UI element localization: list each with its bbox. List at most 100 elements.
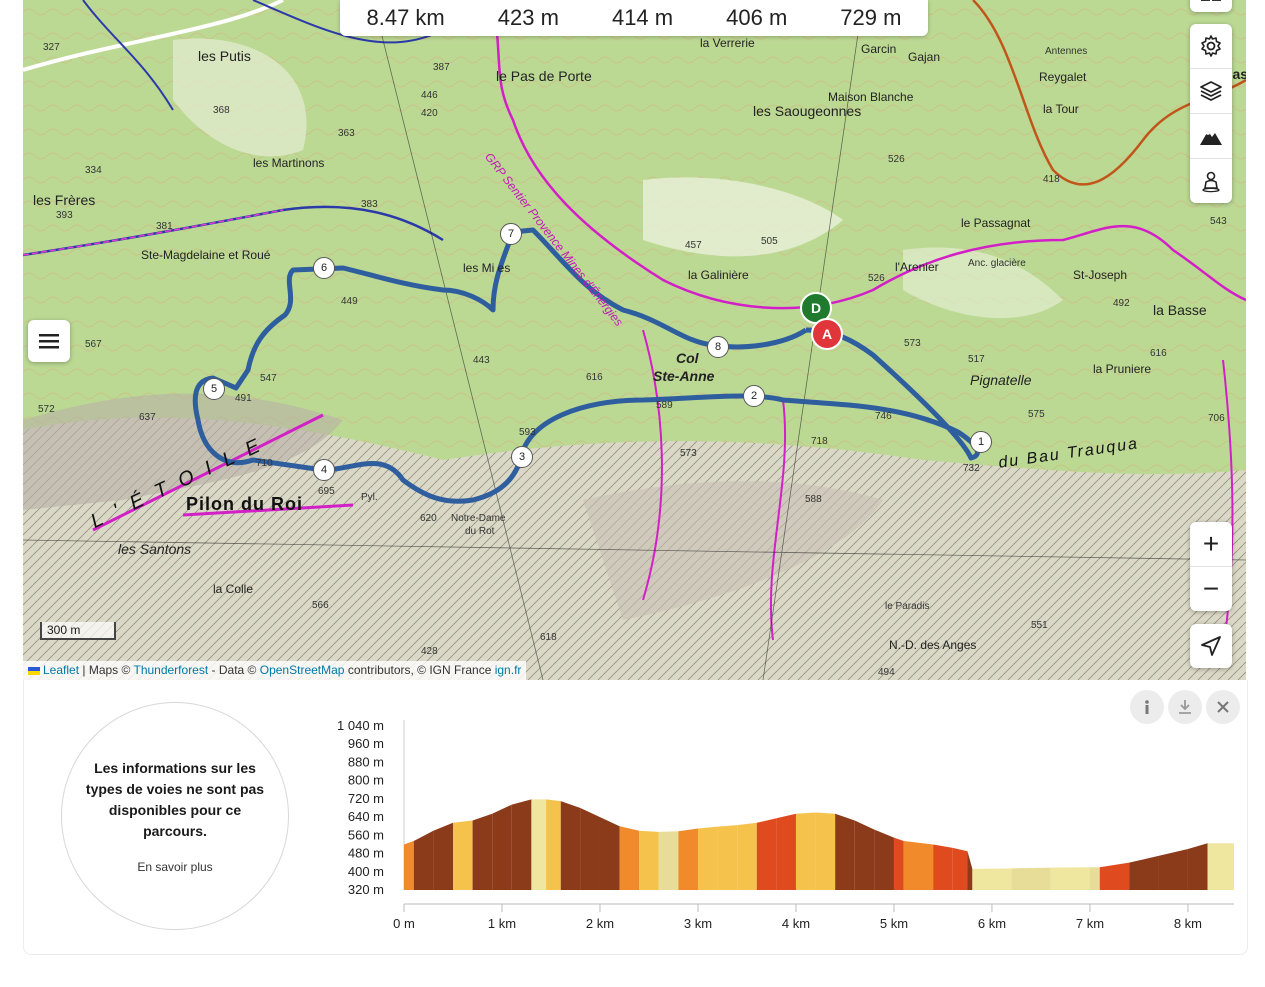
altitude-label: 616 [1150, 348, 1167, 359]
waypoint-marker[interactable]: 8 [707, 336, 729, 358]
elevation-segment [678, 828, 698, 890]
waypoint-marker[interactable]: 2 [743, 385, 765, 407]
waypoint-marker[interactable]: 6 [313, 257, 335, 279]
y-tick-label: 800 m [348, 773, 384, 788]
map-tools [1190, 24, 1232, 203]
end-marker[interactable]: A [811, 318, 843, 350]
y-tick-label: 560 m [348, 827, 384, 842]
locate-button[interactable] [1190, 624, 1232, 668]
openstreetmap-link[interactable]: OpenStreetMap [260, 663, 345, 677]
elevation-segment [531, 799, 547, 890]
altitude-label: 543 [1210, 216, 1227, 227]
waypoint-marker[interactable]: 4 [313, 459, 335, 481]
elevation-segment [756, 818, 777, 890]
altitude-label: 620 [420, 513, 437, 524]
elevation-segment [967, 851, 973, 890]
map-attribution: Leaflet | Maps © Thunderforest - Data © … [23, 661, 527, 680]
elevation-segment [1050, 867, 1090, 890]
stat-elevation-gain: 414 m [611, 5, 674, 30]
elevation-segment [1158, 849, 1188, 890]
place-label: N.-D. des Anges [889, 638, 977, 652]
map-view[interactable]: les Putis les Martinons les Frères Ste-M… [23, 0, 1246, 680]
elevation-segment [433, 822, 453, 890]
leaflet-link[interactable]: Leaflet [43, 663, 79, 677]
menu-button[interactable] [28, 320, 70, 362]
altitude-label: 381 [156, 221, 173, 232]
altitude-label: 695 [318, 486, 335, 497]
locate-control [1190, 624, 1232, 668]
place-label: le Paradis [885, 601, 930, 612]
fullscreen-button[interactable] [1190, 0, 1232, 12]
elevation-segment [599, 817, 620, 890]
altitude-label: 383 [361, 199, 378, 210]
elevation-segment [854, 820, 875, 890]
place-label: Maison Blanche [828, 90, 914, 104]
elevation-segment [492, 804, 512, 890]
place-label: Anc. glacière [968, 258, 1026, 269]
map-scale: 300 m [40, 622, 116, 640]
layers-button[interactable] [1190, 69, 1232, 114]
place-label: la Basse [1153, 302, 1207, 318]
altitude-label: 573 [680, 448, 697, 459]
settings-button[interactable] [1190, 24, 1232, 69]
elevation-segment [472, 813, 493, 890]
stat-elevation-max: 423 m [497, 5, 559, 30]
waypoint-marker[interactable]: 7 [500, 223, 522, 245]
zoom-controls: + − [1190, 522, 1232, 611]
x-tick-label: 3 km [684, 916, 712, 931]
y-tick-label: 480 m [348, 846, 384, 861]
stat-elevation-top: 729 m [840, 5, 902, 30]
elevation-profile-chart[interactable]: 1 040 m 960 m 880 m 800 m 720 m 640 m 560 m 480… [24, 680, 1247, 954]
waypoint-marker[interactable]: 5 [203, 378, 225, 400]
hiker-button[interactable] [1190, 159, 1232, 203]
relief-button[interactable] [1190, 114, 1232, 159]
place-label: Col [676, 350, 699, 366]
ign-link[interactable]: ign.fr [495, 663, 522, 677]
y-tick-label: 880 m [348, 754, 384, 769]
altitude-label: 446 [421, 90, 438, 101]
altitude-label: 517 [968, 354, 985, 365]
elevation-segment [874, 829, 894, 890]
elevation-panel: Les informations sur les types de voies … [23, 680, 1248, 955]
elevation-segment [1187, 843, 1208, 890]
elevation-segment [619, 826, 640, 890]
elevation-segment [903, 841, 934, 890]
elevation-segment [1207, 843, 1234, 890]
altitude-label: 457 [685, 240, 702, 251]
altitude-label: 575 [1028, 409, 1045, 420]
altitude-label: 572 [38, 404, 55, 415]
elevation-segment [972, 868, 1012, 890]
navigation-arrow-icon [1201, 636, 1221, 656]
altitude-label: 573 [904, 338, 921, 349]
place-label: la Galinière [688, 268, 749, 282]
altitude-label: 618 [540, 632, 557, 643]
altitude-label: 363 [338, 128, 355, 139]
elevation-segment [511, 799, 532, 890]
elevation-segment [893, 837, 904, 890]
fullscreen-icon [1201, 0, 1221, 1]
zoom-out-button[interactable]: − [1190, 567, 1232, 611]
waypoint-marker[interactable]: 3 [511, 446, 533, 468]
elevation-segment [1011, 867, 1051, 890]
waypoint-marker[interactable]: 1 [970, 431, 992, 453]
y-tick-label: 640 m [348, 809, 384, 824]
elevation-segment [658, 831, 679, 890]
altitude-label: 732 [963, 463, 980, 474]
x-tick-label: 2 km [586, 916, 614, 931]
zoom-in-button[interactable]: + [1190, 522, 1232, 567]
place-label: la Pruniere [1093, 362, 1152, 376]
place-label: Pignatelle [970, 372, 1032, 388]
stat-distance: 8.47 km [366, 5, 445, 30]
altitude-label: 589 [656, 400, 673, 411]
y-tick-label: 1 040 m [337, 718, 384, 733]
place-label: du Rot [465, 526, 495, 537]
elevation-segment [697, 826, 718, 890]
altitude-label: 588 [805, 494, 822, 505]
place-label: Gajan [908, 50, 941, 64]
thunderforest-link[interactable]: Thunderforest [133, 663, 208, 677]
place-label: la Verrerie [700, 36, 755, 50]
altitude-label: 551 [1031, 620, 1048, 631]
attribution-text: | Maps © [82, 663, 131, 677]
x-tick-label: 0 m [393, 916, 415, 931]
altitude-label: 494 [878, 667, 895, 678]
